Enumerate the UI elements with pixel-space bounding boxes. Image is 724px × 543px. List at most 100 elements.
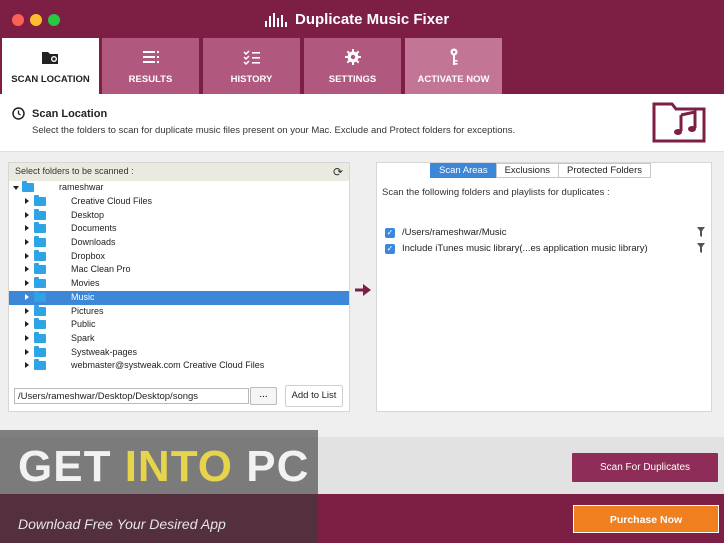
- tree-item-label: webmaster@systweak.com Creative Cloud Fi…: [71, 360, 265, 371]
- folder-path-input[interactable]: /Users/rameshwar/Desktop/Desktop/songs: [14, 388, 249, 404]
- music-waveform-icon: [265, 12, 287, 27]
- disclosure-closed-icon[interactable]: [25, 252, 29, 259]
- list-icon: [142, 51, 159, 63]
- disclosure-closed-icon[interactable]: [25, 348, 29, 355]
- tab-results[interactable]: RESULTS: [102, 38, 199, 94]
- tab-exclusions[interactable]: Exclusions: [495, 163, 560, 178]
- tree-item-label: Creative Cloud Files: [71, 196, 153, 206]
- app-title: Duplicate Music Fixer: [265, 11, 449, 28]
- disclosure-closed-icon[interactable]: [25, 307, 29, 314]
- disclosure-closed-icon[interactable]: [25, 293, 29, 300]
- tab-activate-now[interactable]: ACTIVATE NOW: [405, 38, 502, 94]
- music-folder-icon: [652, 102, 706, 143]
- disclosure-closed-icon[interactable]: [25, 266, 29, 273]
- page-title: Scan Location: [32, 108, 108, 120]
- clock-icon: [12, 107, 25, 120]
- tab-scan-areas[interactable]: Scan Areas: [430, 163, 497, 178]
- tree-item[interactable]: Creative Cloud Files: [9, 195, 349, 209]
- folder-icon: [34, 195, 46, 206]
- tree-item-label: Desktop: [71, 209, 105, 220]
- folder-icon: [34, 236, 46, 248]
- minimize-window-button[interactable]: [30, 14, 42, 26]
- tree-item[interactable]: Systweak-pages: [9, 345, 349, 360]
- watermark-logo-text: GET INTO PC: [18, 442, 310, 491]
- tree-item[interactable]: Desktop: [9, 208, 349, 223]
- disclosure-closed-icon[interactable]: [25, 362, 29, 369]
- disclosure-closed-icon[interactable]: [25, 239, 29, 246]
- folder-icon: [22, 181, 34, 192]
- folder-icon: [34, 359, 46, 371]
- tree-item-label: Dropbox: [71, 250, 106, 261]
- watermark: GET INTO PC Download Free Your Desired A…: [0, 430, 318, 543]
- folder-icon: [34, 222, 46, 234]
- disclosure-closed-icon[interactable]: [25, 280, 29, 287]
- folder-tree-heading: Select folders to be scanned : ⟳: [9, 163, 349, 181]
- disclosure-open-icon[interactable]: [13, 186, 19, 190]
- folder-icon: [34, 263, 46, 275]
- tab-settings[interactable]: SETTINGS: [304, 38, 401, 94]
- scan-mode-segmented-control: Scan Areas Exclusions Protected Folders: [430, 163, 651, 178]
- page-subtitle: Select the folders to scan for duplicate…: [32, 125, 516, 136]
- arrow-right-icon: [355, 284, 371, 296]
- gear-icon: [344, 49, 361, 65]
- scan-areas-panel: Scan Areas Exclusions Protected Folders …: [376, 162, 712, 412]
- scan-area-checkbox[interactable]: ✓: [385, 228, 395, 238]
- tree-item[interactable]: Spark: [9, 331, 349, 346]
- tree-item-label: Pictures: [71, 305, 104, 316]
- folder-icon: [34, 277, 46, 289]
- scan-for-duplicates-button[interactable]: Scan For Duplicates: [572, 453, 718, 482]
- tree-item-label: Public: [71, 319, 96, 330]
- main-tabs: SCAN LOCATION RESULTS HISTORY SETTINGS A…: [0, 38, 724, 94]
- tree-item[interactable]: Documents: [9, 222, 349, 236]
- tree-item-label: Systweak-pages: [71, 346, 138, 357]
- watermark-tagline: Download Free Your Desired App: [18, 516, 226, 532]
- scan-folder-icon: [41, 52, 58, 64]
- scan-area-checkbox[interactable]: ✓: [385, 244, 395, 254]
- tab-history[interactable]: HISTORY: [203, 38, 300, 94]
- close-window-button[interactable]: [12, 14, 24, 26]
- purchase-now-button[interactable]: Purchase Now: [573, 505, 719, 533]
- key-icon: [450, 48, 457, 65]
- filter-icon[interactable]: [697, 243, 705, 253]
- folder-icon: [34, 345, 46, 357]
- folder-icon: [34, 249, 46, 261]
- tree-item[interactable]: Downloads: [9, 236, 349, 250]
- tree-item-label: Music: [71, 291, 95, 302]
- tree-item-label: Documents: [71, 223, 117, 234]
- tab-scan-location[interactable]: SCAN LOCATION: [2, 38, 99, 94]
- scan-area-item: ✓ Include iTunes music library(...es app…: [385, 243, 705, 257]
- tree-root[interactable]: rameshwar: [9, 181, 349, 195]
- scan-areas-description: Scan the following folders and playlists…: [382, 187, 610, 198]
- folder-icon: [34, 318, 46, 330]
- app-title-text: Duplicate Music Fixer: [295, 11, 450, 28]
- tree-item[interactable]: Mac Clean Pro: [9, 263, 349, 277]
- tree-item-label: Downloads: [71, 237, 116, 248]
- tree-item[interactable]: Pictures: [9, 304, 349, 319]
- disclosure-closed-icon[interactable]: [25, 211, 29, 218]
- tree-item[interactable]: Public: [9, 318, 349, 332]
- tree-item[interactable]: Movies: [9, 277, 349, 291]
- add-to-list-button[interactable]: Add to List: [285, 385, 343, 407]
- disclosure-closed-icon[interactable]: [25, 334, 29, 341]
- filter-icon[interactable]: [697, 227, 705, 237]
- folder-icon: [34, 304, 46, 316]
- tab-protected-folders[interactable]: Protected Folders: [558, 163, 651, 178]
- title-bar: Duplicate Music Fixer: [0, 0, 724, 38]
- folder-icon: [34, 290, 46, 302]
- checklist-icon: [242, 50, 260, 66]
- browse-button[interactable]: ...: [250, 387, 277, 405]
- section-header: Scan Location Select the folders to scan…: [0, 94, 724, 152]
- tree-item-label: Spark: [71, 332, 95, 343]
- folder-icon: [34, 331, 46, 343]
- tree-item[interactable]: Dropbox: [9, 249, 349, 264]
- disclosure-closed-icon[interactable]: [25, 225, 29, 232]
- tree-item[interactable]: Music: [9, 290, 349, 305]
- disclosure-closed-icon[interactable]: [25, 198, 29, 204]
- tree-item-label: Mac Clean Pro: [71, 264, 131, 275]
- scan-area-item: ✓ /Users/rameshwar/Music: [385, 227, 705, 241]
- tree-item[interactable]: webmaster@systweak.com Creative Cloud Fi…: [9, 359, 349, 373]
- refresh-icon[interactable]: ⟳: [333, 165, 343, 179]
- tree-item-label: Movies: [71, 278, 100, 289]
- disclosure-closed-icon[interactable]: [25, 321, 29, 328]
- zoom-window-button[interactable]: [48, 14, 60, 26]
